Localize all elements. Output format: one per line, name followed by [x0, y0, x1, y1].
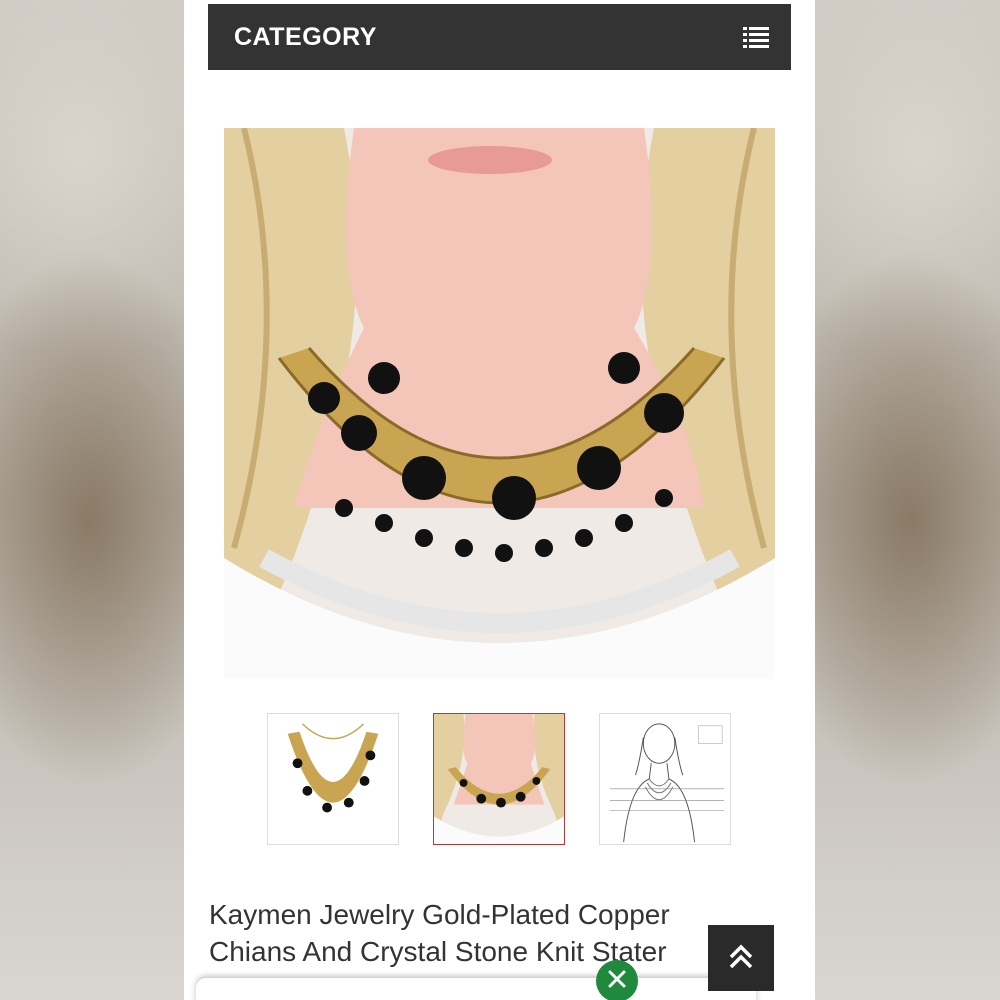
- thumbnail-3[interactable]: [599, 713, 731, 845]
- category-bar[interactable]: CATEGORY: [208, 4, 791, 70]
- product-title: Kaymen Jewelry Gold-Plated Copper Chians…: [209, 896, 769, 970]
- product-main-image[interactable]: [224, 128, 775, 679]
- product-title-line2: Chians And Crystal Stone Knit Stater: [209, 936, 667, 967]
- thumbnail-2[interactable]: [433, 713, 565, 845]
- product-page: CATEGORY Kaymen Jewelry Gold-Plated Copp…: [184, 0, 815, 1000]
- bottom-sheet: [196, 978, 756, 1000]
- double-chevron-up-icon: [726, 941, 756, 976]
- close-icon: [606, 968, 628, 995]
- thumbnail-1[interactable]: [267, 713, 399, 845]
- thumbnail-strip: [184, 713, 815, 847]
- product-title-line1: Kaymen Jewelry Gold-Plated Copper: [209, 899, 670, 930]
- category-label: CATEGORY: [234, 22, 377, 51]
- close-button[interactable]: [596, 960, 638, 1000]
- scroll-to-top-button[interactable]: [708, 925, 774, 991]
- list-icon[interactable]: [743, 26, 769, 48]
